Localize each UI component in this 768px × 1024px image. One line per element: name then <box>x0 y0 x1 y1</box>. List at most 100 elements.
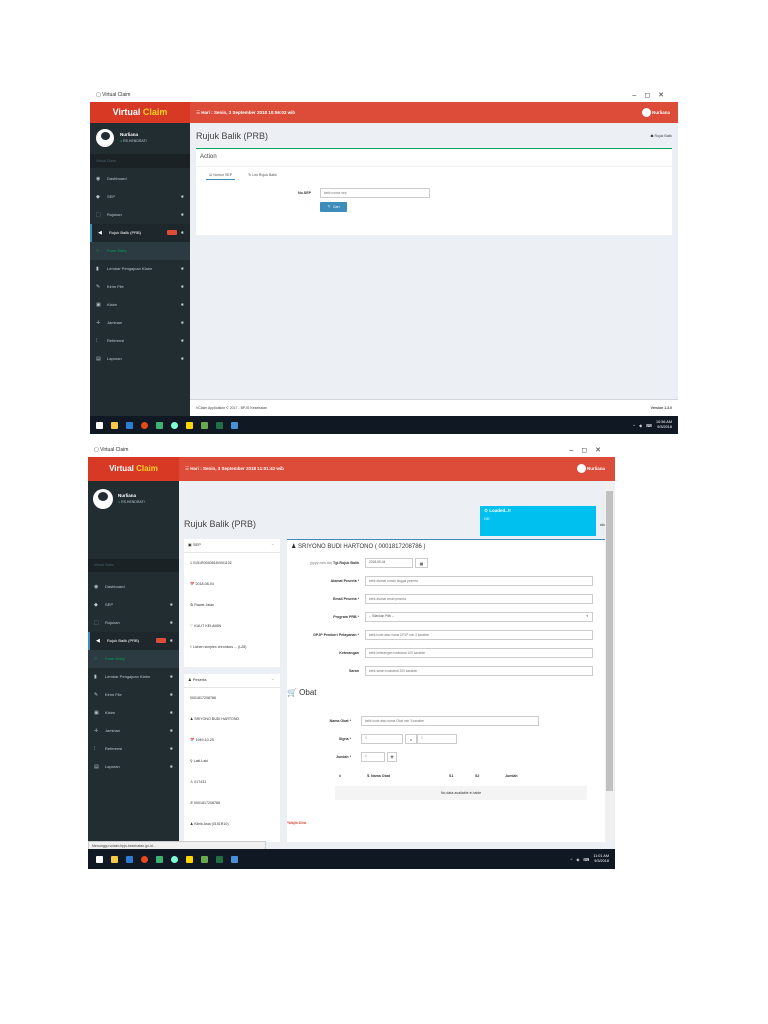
screenshot-1: ▢ Virtual Claim –◻✕ Virtual Claim Nurlia… <box>90 89 678 434</box>
header-date[interactable]: ☰ Hari : Senin, 3 September 2018 11:01:4… <box>185 466 284 471</box>
email-label: Email Peserta * <box>333 597 359 601</box>
vertical-scrollbar[interactable] <box>605 481 614 841</box>
app-lime-icon[interactable] <box>201 855 208 863</box>
email-input[interactable] <box>365 594 593 604</box>
app-cyan-icon[interactable] <box>171 421 178 429</box>
user-status: ● RS.HENDRATI <box>118 500 145 504</box>
taskbar-icons <box>96 416 246 434</box>
sidebar-item-klaim[interactable]: ▣ Klaim ✱ <box>88 704 179 722</box>
chrome-icon[interactable] <box>141 855 148 863</box>
tray-chevron-icon[interactable]: ^ <box>570 857 572 862</box>
app-green-icon[interactable] <box>156 421 163 429</box>
window-title: Virtual Claim <box>100 447 129 453</box>
sidebar-item-form-entry[interactable]: ○ Form Entry <box>90 242 190 260</box>
tab-nomor-sep[interactable]: ☑ Nomor SEP <box>206 171 236 180</box>
sep-panel: ▣ SEP − 1 0151R0040818V001102 📅 2018-08-04… <box>184 539 280 667</box>
tray-chevron-icon[interactable]: ^ <box>633 423 635 428</box>
sidebar-item-rujukan[interactable]: ⬚ Rujukan ✱ <box>88 614 179 632</box>
action-box: Action ☑ Nomor SEP ↻ List Rujuk Balik No… <box>196 148 672 235</box>
menu-item-label: SEP <box>107 194 116 199</box>
tgl-rujuk-input[interactable]: 2018-09-04 <box>365 558 413 568</box>
th-nama-obat-text: Nama Obat <box>371 774 390 778</box>
tray-network-icon[interactable]: ◈ <box>639 423 642 428</box>
scrollbar-thumb[interactable] <box>606 491 613 791</box>
sidebar-item-rujuk-balik-prb[interactable]: ◀ Rujuk Balik (PRB) ✱ <box>88 632 179 650</box>
app-yellow-icon[interactable] <box>186 855 193 863</box>
footer-copyright: VClaim Application © 2017 - BPJS Kesehat… <box>196 406 268 410</box>
chrome-icon[interactable] <box>141 421 148 429</box>
saran-input[interactable] <box>365 666 593 676</box>
sidebar-item-referensi[interactable]: ⁝ Referensi ✱ <box>90 332 190 350</box>
taskbar-clock[interactable]: 10:56 AM 9/3/2018 <box>656 420 672 430</box>
window-controls[interactable]: –◻✕ <box>569 444 609 457</box>
taskbar-icons <box>96 849 246 869</box>
calendar-icon[interactable]: ▦ <box>415 558 428 568</box>
app-logo[interactable]: Virtual Claim <box>90 102 190 123</box>
cari-button[interactable]: 🔍 Cari <box>320 202 347 212</box>
keterangan-input[interactable] <box>365 648 593 658</box>
sidebar-item-rujuk-balik-prb[interactable]: ◀ Rujuk Balik (PRB) ✱ <box>90 224 190 242</box>
navbar-user[interactable]: Nurliana <box>641 102 670 123</box>
sidebar-item-referensi[interactable]: ⁝ Referensi ✱ <box>88 740 179 758</box>
windows-start-icon[interactable] <box>96 421 103 429</box>
loaded-toast[interactable]: ⚙ Loaded..!! OK <box>480 506 596 536</box>
sidebar-item-form-entry[interactable]: ○ Form Entry <box>88 650 179 668</box>
excel-icon[interactable] <box>216 855 223 863</box>
sidebar-item-laporan[interactable]: ▤ Laporan ✱ <box>90 350 190 368</box>
sidebar-item-sep[interactable]: ◆ SEP ✱ <box>88 596 179 614</box>
collapse-icon[interactable]: − <box>272 677 274 682</box>
program-prb-select[interactable]: -- Silahkan Pilih -- ▾ <box>365 612 593 622</box>
breadcrumb[interactable]: ☗ Rujuk Balik <box>650 134 672 138</box>
sidebar-item-rujukan[interactable]: ⬚ Rujukan ✱ <box>90 206 190 224</box>
alamat-input[interactable] <box>365 576 593 586</box>
tray-network-icon[interactable]: ◈ <box>576 857 579 862</box>
header-date[interactable]: ☰ Hari : Senin, 3 September 2018 10:56:0… <box>196 110 295 115</box>
sidebar-item-klaim[interactable]: ▣ Klaim ✱ <box>90 296 190 314</box>
app-logo[interactable]: Virtual Claim <box>88 457 179 481</box>
nosep-input[interactable] <box>320 188 430 198</box>
app-yellow-icon[interactable] <box>186 421 193 429</box>
collapse-icon[interactable]: − <box>272 542 274 547</box>
sidebar-item-laporan[interactable]: ▤ Laporan ✱ <box>88 758 179 776</box>
signa2-input[interactable]: 0 <box>417 734 457 744</box>
sidebar-item-lembar-pengajuan-klaim[interactable]: ▮ Lembar Pengajuan Klaim ✱ <box>90 260 190 278</box>
word-icon[interactable] <box>126 421 133 429</box>
sidebar-item-lembar-pengajuan-klaim[interactable]: ▮ Lembar Pengajuan Klaim ✱ <box>88 668 179 686</box>
gear-icon: ✱ <box>180 356 184 361</box>
tray-keyboard-icon[interactable]: ⌨ <box>646 423 652 428</box>
file-explorer-icon[interactable] <box>111 421 118 429</box>
sep-panel-header[interactable]: ▣ SEP − <box>184 542 280 553</box>
jumlah-input[interactable]: 0 <box>361 752 385 762</box>
sidebar-item-jaminan[interactable]: ✛ Jaminan ✱ <box>88 722 179 740</box>
sidebar-item-kirim-file[interactable]: ✎ Kirim File ✱ <box>88 686 179 704</box>
sidebar-item-kirim-file[interactable]: ✎ Kirim File ✱ <box>90 278 190 296</box>
windows-start-icon[interactable] <box>96 855 103 863</box>
window-title: Virtual Claim <box>102 92 131 98</box>
nama-obat-input[interactable] <box>361 716 539 726</box>
sidebar-item-dashboard[interactable]: ◉ Dashboard <box>90 170 190 188</box>
add-obat-button[interactable]: + <box>387 752 397 762</box>
word-icon[interactable] <box>126 855 133 863</box>
navbar-user[interactable]: Nurliana <box>576 457 605 481</box>
tab-list-rujuk-balik[interactable]: ↻ List Rujuk Balik <box>245 171 280 180</box>
dpjp-input[interactable] <box>365 630 593 640</box>
app-cyan-icon[interactable] <box>171 855 178 863</box>
app-blue-icon[interactable] <box>231 421 238 429</box>
list-item: ⚙ Rawat Jalan <box>190 603 214 607</box>
menu-item-label: Kirim File <box>105 692 122 697</box>
sidebar-item-jaminan[interactable]: ✛ Jaminan ✱ <box>90 314 190 332</box>
file-explorer-icon[interactable] <box>111 855 118 863</box>
gear-icon: ✱ <box>169 746 173 751</box>
signa1-input[interactable]: 0 <box>361 734 403 744</box>
app-green-icon[interactable] <box>156 855 163 863</box>
tray-keyboard-icon[interactable]: ⌨ <box>583 857 589 862</box>
app-lime-icon[interactable] <box>201 421 208 429</box>
peserta-panel-header[interactable]: ♟ Peserta − <box>184 677 280 688</box>
excel-icon[interactable] <box>216 421 223 429</box>
sidebar-item-sep[interactable]: ◆ SEP ✱ <box>90 188 190 206</box>
sidebar-item-dashboard[interactable]: ◉ Dashboard <box>88 578 179 596</box>
taskbar-clock[interactable]: 11:01 AM 9/3/2018 <box>593 854 609 864</box>
window-controls[interactable]: –◻✕ <box>632 89 672 102</box>
gear-icon: ✱ <box>180 266 184 271</box>
app-blue-icon[interactable] <box>231 855 238 863</box>
